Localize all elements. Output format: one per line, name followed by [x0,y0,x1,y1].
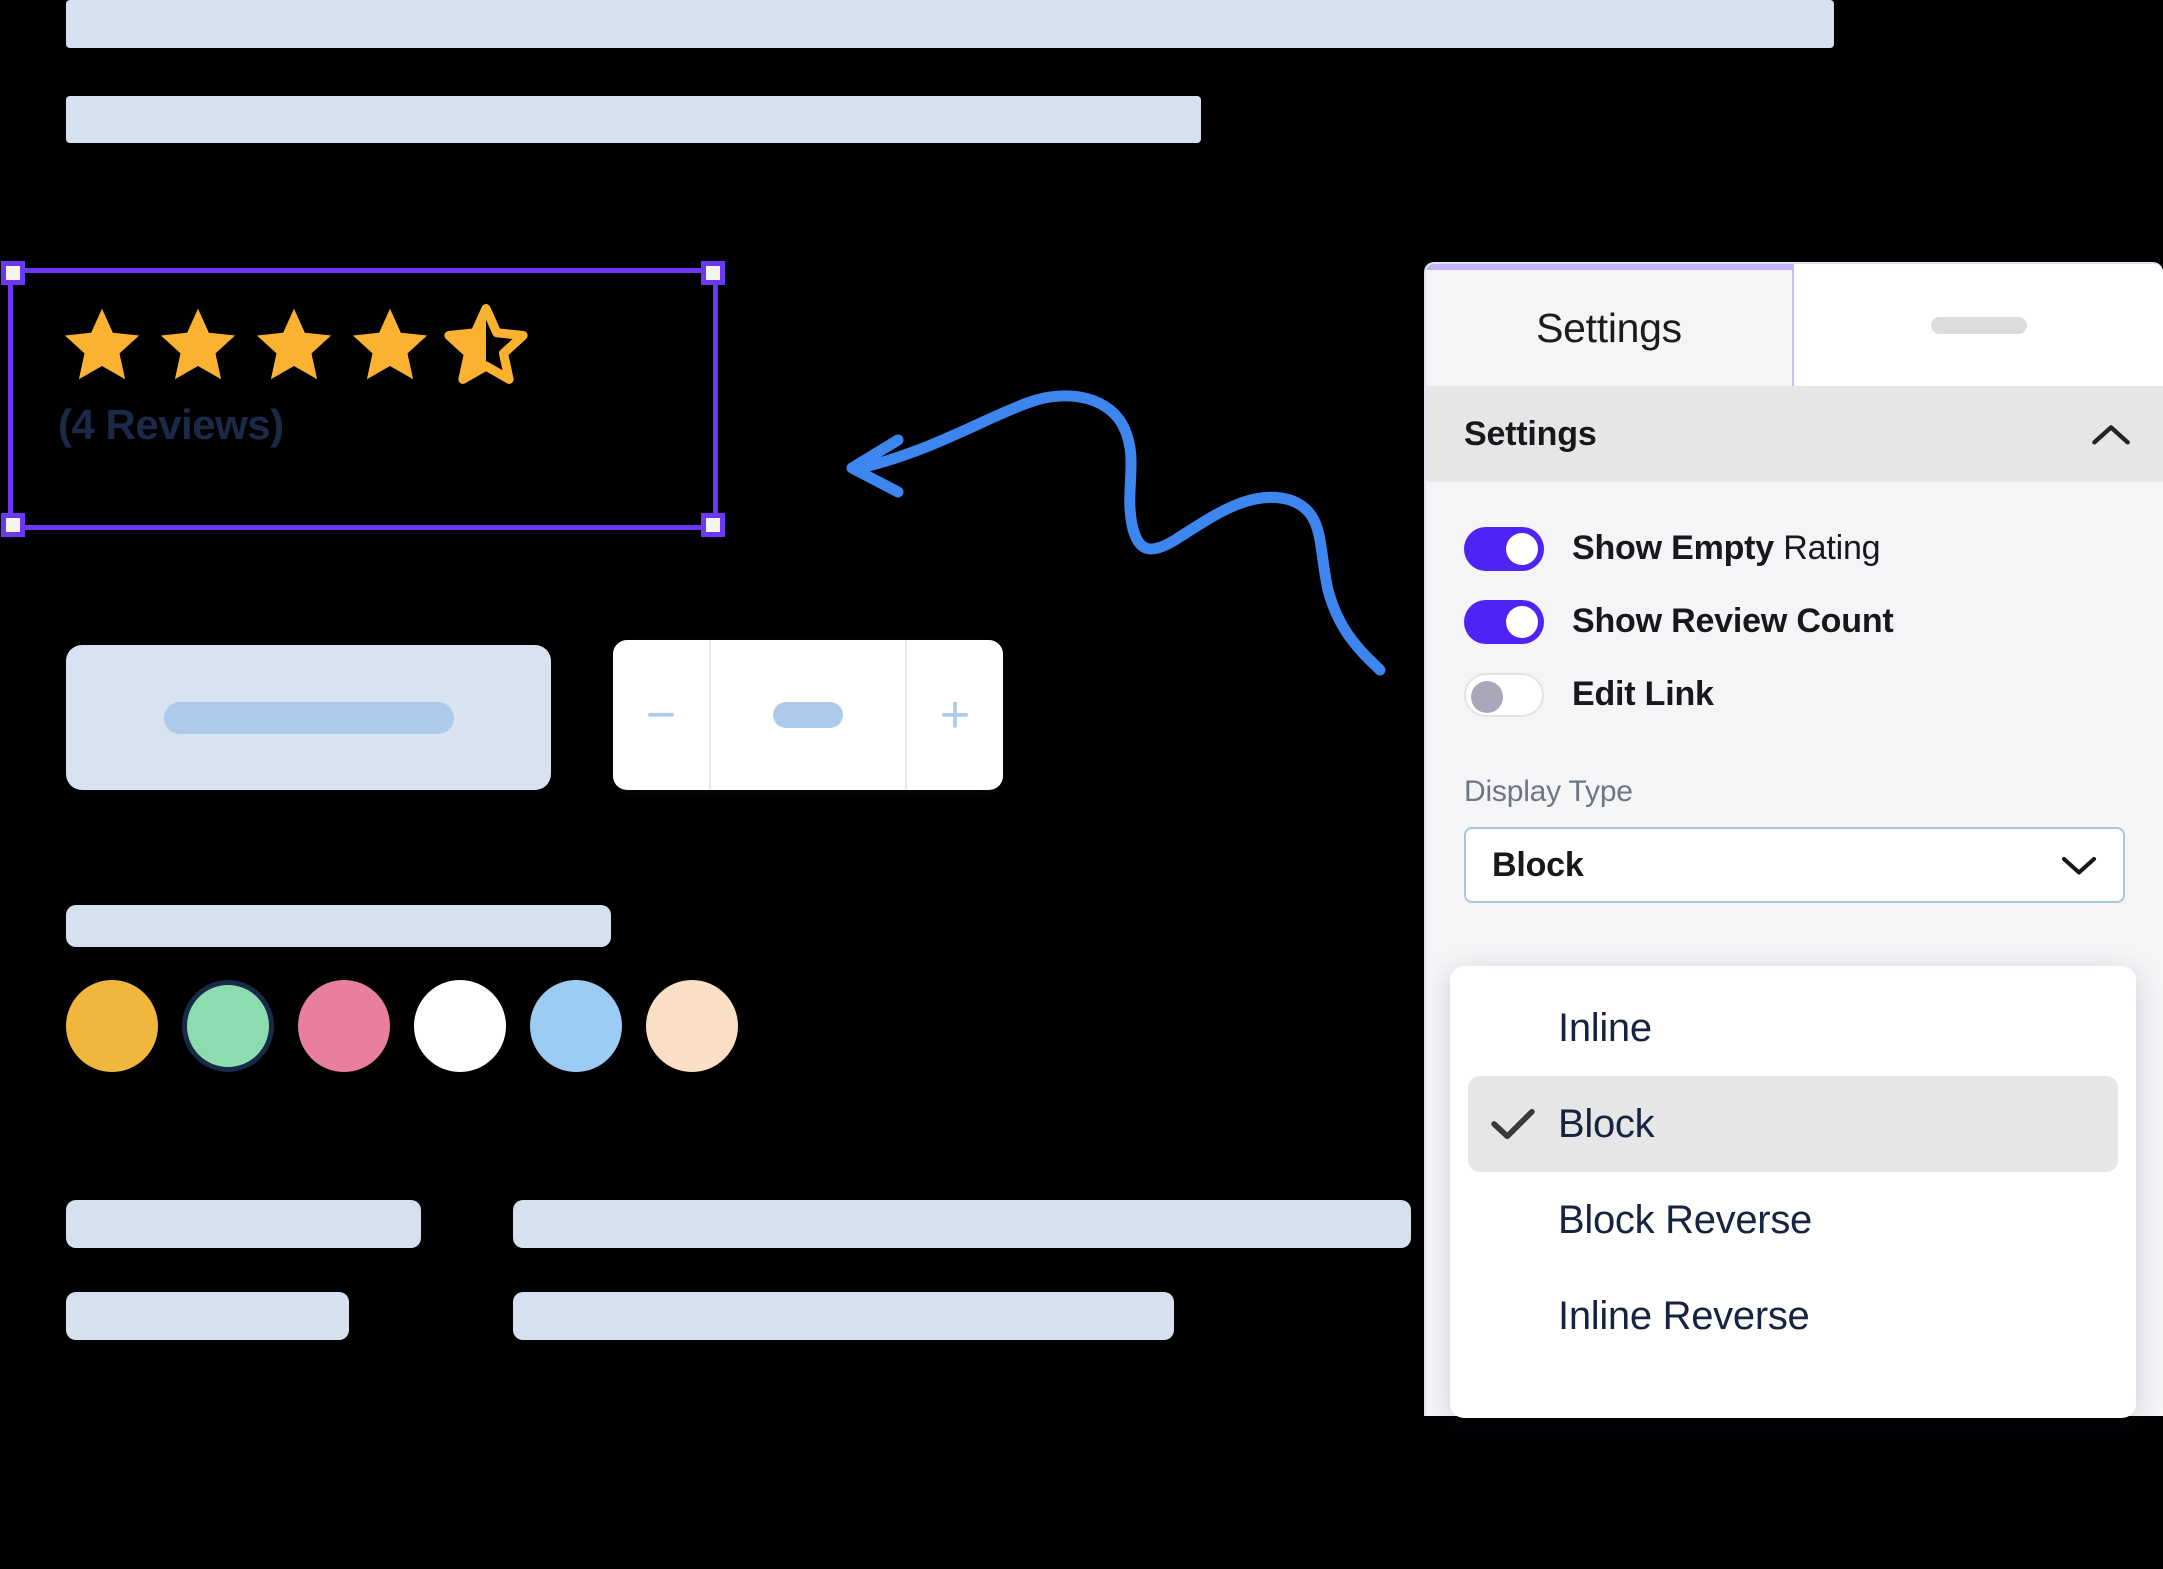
display-type-group: Display Type Block [1426,775,2163,903]
quantity-stepper[interactable]: − + [613,640,1003,790]
dropdown-option-inline-reverse[interactable]: Inline Reverse [1468,1268,2118,1364]
chevron-up-icon[interactable] [2091,422,2131,446]
tab-settings[interactable]: Settings [1426,264,1794,386]
star-icon-4[interactable] [346,303,434,387]
star-icon-3[interactable] [250,303,338,387]
setting-row-edit-link[interactable]: Edit Link [1426,658,2163,731]
tab-strip: Settings [1426,264,2163,386]
swatch-mint[interactable] [182,980,274,1072]
quantity-value-field[interactable] [709,640,907,790]
detail-value-2 [513,1292,1174,1340]
label-edit-link: Edit Link [1572,675,1714,714]
chevron-down-icon[interactable] [2061,854,2097,876]
star-icon-5-half[interactable] [442,303,530,387]
dropdown-option-block[interactable]: Block [1468,1076,2118,1172]
settings-section-title: Settings [1464,414,1597,453]
swatch-white[interactable] [414,980,506,1072]
annotation-arrow-icon [846,390,1386,676]
dropdown-option-label: Block [1558,1101,1655,1146]
resize-handle-top-left[interactable] [1,261,25,285]
subtitle-placeholder-bar [66,96,1201,143]
dropdown-option-block-reverse[interactable]: Block Reverse [1468,1172,2118,1268]
quantity-decrement-button[interactable]: − [613,640,709,790]
button-label-placeholder [163,701,454,734]
quantity-value-placeholder [773,702,843,728]
setting-row-show-review-count[interactable]: Show Review Count [1426,585,2163,658]
display-type-dropdown-menu[interactable]: Inline Block Block Reverse Inline Revers… [1450,966,2136,1418]
star-icon-2[interactable] [154,303,242,387]
quantity-increment-button[interactable]: + [907,640,1003,790]
resize-handle-top-right[interactable] [701,261,725,285]
label-strong: Show Empty [1572,529,1775,567]
resize-handle-bottom-right[interactable] [701,513,725,537]
label-show-review-count: Show Review Count [1572,602,1894,641]
display-type-label: Display Type [1464,775,1633,808]
star-icon-1[interactable] [58,303,146,387]
swatch-peach[interactable] [646,980,738,1072]
swatch-blue[interactable] [530,980,622,1072]
resize-handle-bottom-left[interactable] [1,513,25,537]
product-preview-canvas: (4 Reviews) − + [0,0,1834,1400]
toggle-knob [1471,680,1503,713]
detail-value-1 [513,1200,1411,1248]
display-type-select[interactable]: Block [1464,827,2125,903]
variant-label-placeholder [66,905,611,947]
swatch-amber[interactable] [66,980,158,1072]
add-to-cart-button[interactable] [66,645,551,790]
tab-secondary-placeholder [1930,316,2027,334]
detail-label-1 [66,1200,421,1248]
toggle-show-review-count[interactable] [1464,599,1544,644]
tab-settings-label: Settings [1536,304,1682,351]
dropdown-option-inline[interactable]: Inline [1468,980,2118,1076]
swatch-pink[interactable] [298,980,390,1072]
dropdown-option-label: Inline Reverse [1558,1293,1810,1338]
dropdown-option-label: Inline [1558,1005,1652,1050]
title-placeholder-bar [66,0,1834,48]
color-swatch-row[interactable] [66,980,738,1072]
label-light: Rating [1774,529,1881,567]
star-row[interactable] [58,300,678,390]
toggle-knob [1506,532,1538,565]
label-strong: Show Review Count [1572,602,1894,640]
label-show-empty-rating: Show Empty Rating [1572,529,1881,568]
label-strong: Edit Link [1572,675,1714,713]
toggle-show-empty-rating[interactable] [1464,526,1544,571]
toggle-knob [1506,605,1538,638]
toggle-edit-link[interactable] [1464,672,1544,717]
setting-row-show-empty-rating[interactable]: Show Empty Rating [1426,512,2163,585]
display-type-value: Block [1492,845,1584,884]
settings-section-header[interactable]: Settings [1426,386,2163,482]
star-rating-widget[interactable]: (4 Reviews) [58,300,678,446]
tab-secondary[interactable] [1794,264,2163,386]
check-icon [1468,1107,1558,1141]
review-count-label[interactable]: (4 Reviews) [58,404,678,446]
dropdown-option-label: Block Reverse [1558,1197,1812,1242]
detail-label-2 [66,1292,349,1340]
